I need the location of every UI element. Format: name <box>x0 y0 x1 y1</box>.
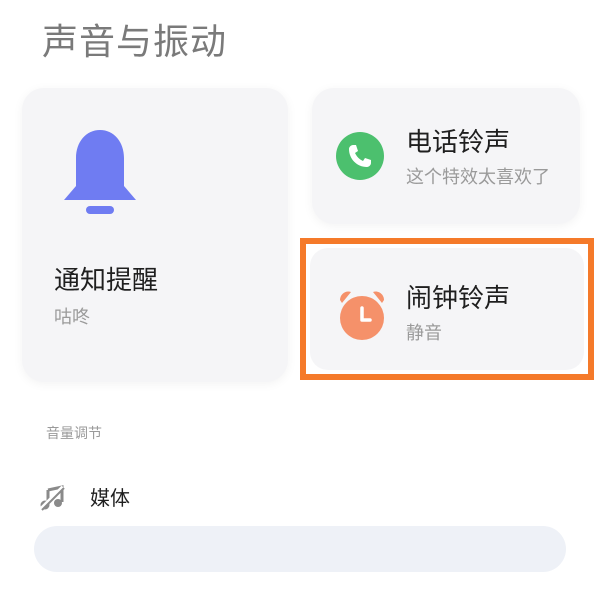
alarm-ringtone-title: 闹钟铃声 <box>406 284 511 314</box>
phone-ringtone-title: 电话铃声 <box>406 128 511 158</box>
media-volume-label: 媒体 <box>90 486 130 510</box>
media-volume-slider[interactable] <box>34 526 566 572</box>
notification-sound-title: 通知提醒 <box>54 266 159 296</box>
page-title: 声音与振动 <box>42 22 228 63</box>
volume-section-label: 音量调节 <box>46 426 102 442</box>
music-muted-icon <box>39 485 65 511</box>
notification-sound-value: 咕咚 <box>54 307 90 328</box>
bell-icon <box>64 130 136 214</box>
phone-ringtone-value: 这个特效太喜欢了 <box>406 167 550 188</box>
alarm-ringtone-value: 静音 <box>406 323 442 344</box>
alarm-clock-icon <box>340 291 384 340</box>
phone-icon <box>336 132 384 180</box>
